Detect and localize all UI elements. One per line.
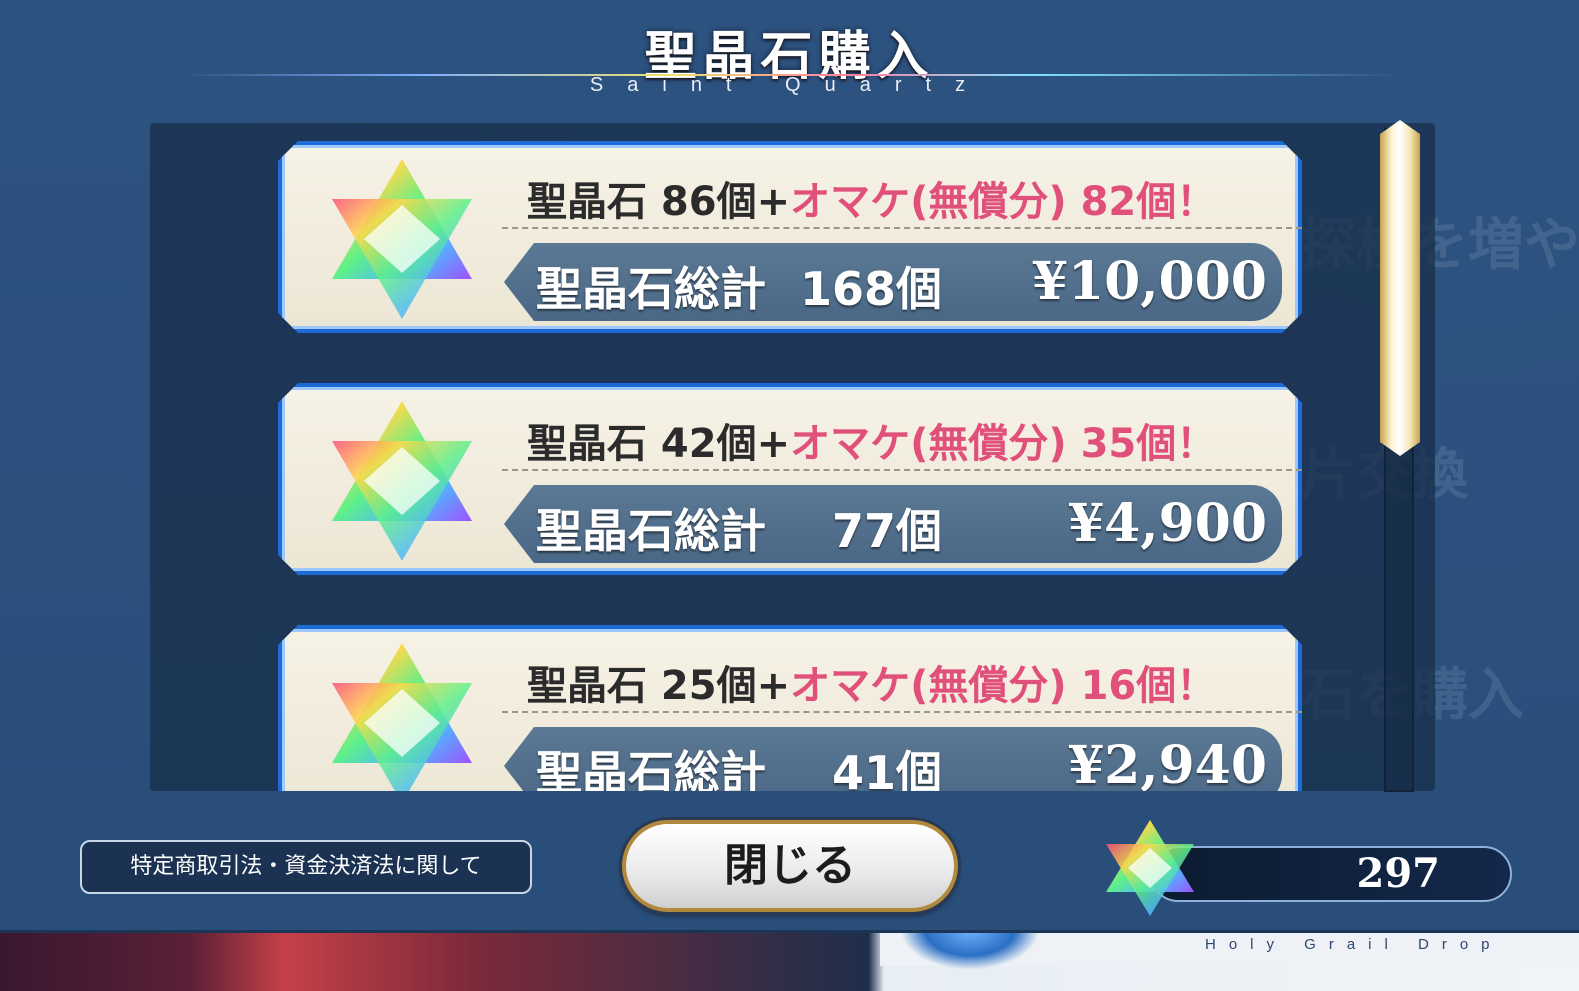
base-quartz-count: 聖晶石 25個 (527, 663, 757, 709)
plus-sign: + (756, 421, 791, 467)
saint-quartz-icon (322, 155, 482, 323)
plus-sign: + (756, 663, 791, 709)
plus-sign: + (756, 179, 791, 225)
dialog-subtitle: Saint Quartz (589, 74, 990, 96)
divider (502, 711, 1302, 713)
quartz-list[interactable]: 聖晶石 86個+オマケ(無償分) 82個！ 聖晶石総計 168個 ¥10,000 (150, 123, 1435, 791)
price: ¥10,000 (1031, 251, 1267, 312)
emblem-icon (900, 930, 1040, 970)
total-label: 聖晶石総計 (536, 262, 766, 316)
total-label: 聖晶石総計 (536, 504, 766, 558)
pack-description: 聖晶石 25個+オマケ(無償分) 16個！ (527, 653, 1287, 703)
saint-quartz-icon (322, 397, 482, 565)
base-quartz-count: 聖晶石 42個 (527, 421, 757, 467)
scrollbar-thumb[interactable] (1380, 120, 1420, 456)
bonus-quartz-count: オマケ(無償分) 16個！ (790, 663, 1217, 709)
base-quartz-count: 聖晶石 86個 (527, 179, 757, 225)
saint-quartz-icon (1106, 820, 1194, 916)
divider (502, 469, 1302, 471)
total-label: 聖晶石総計 (536, 746, 766, 791)
price: ¥4,900 (1067, 493, 1267, 554)
bonus-quartz-count: オマケ(無償分) 35個！ (790, 421, 1217, 467)
saint-quartz-icon (322, 639, 482, 791)
legal-info-button[interactable]: 特定商取引法・資金決済法に関して (80, 840, 532, 894)
pack-description: 聖晶石 42個+オマケ(無償分) 35個！ (527, 411, 1287, 461)
close-button[interactable]: 閉じる (622, 820, 958, 912)
quartz-pack-item-3[interactable]: 聖晶石 25個+オマケ(無償分) 16個！ 聖晶石総計 41個 ¥2,940 (278, 625, 1302, 791)
divider (502, 227, 1302, 229)
total-count: 41個 (831, 746, 942, 791)
quartz-balance-value: 297 (1356, 850, 1441, 897)
pack-description: 聖晶石 86個+オマケ(無償分) 82個！ (527, 169, 1287, 219)
quartz-pack-item-1[interactable]: 聖晶石 86個+オマケ(無償分) 82個！ 聖晶石総計 168個 ¥10,000 (278, 141, 1302, 333)
purchase-dialog: 探検を増や 片交換 石を購入 聖晶石購入 Saint Quartz 聖晶石 (0, 0, 1579, 933)
total-count: 168個 (799, 262, 942, 316)
holy-grail-drop-text: Holy Grail Drop (1205, 936, 1503, 953)
total-count: 77個 (831, 504, 942, 558)
quartz-pack-item-2[interactable]: 聖晶石 42個+オマケ(無償分) 35個！ 聖晶石総計 77個 ¥4,900 (278, 383, 1302, 575)
price: ¥2,940 (1067, 735, 1267, 791)
bonus-quartz-count: オマケ(無償分) 82個！ (790, 179, 1217, 225)
